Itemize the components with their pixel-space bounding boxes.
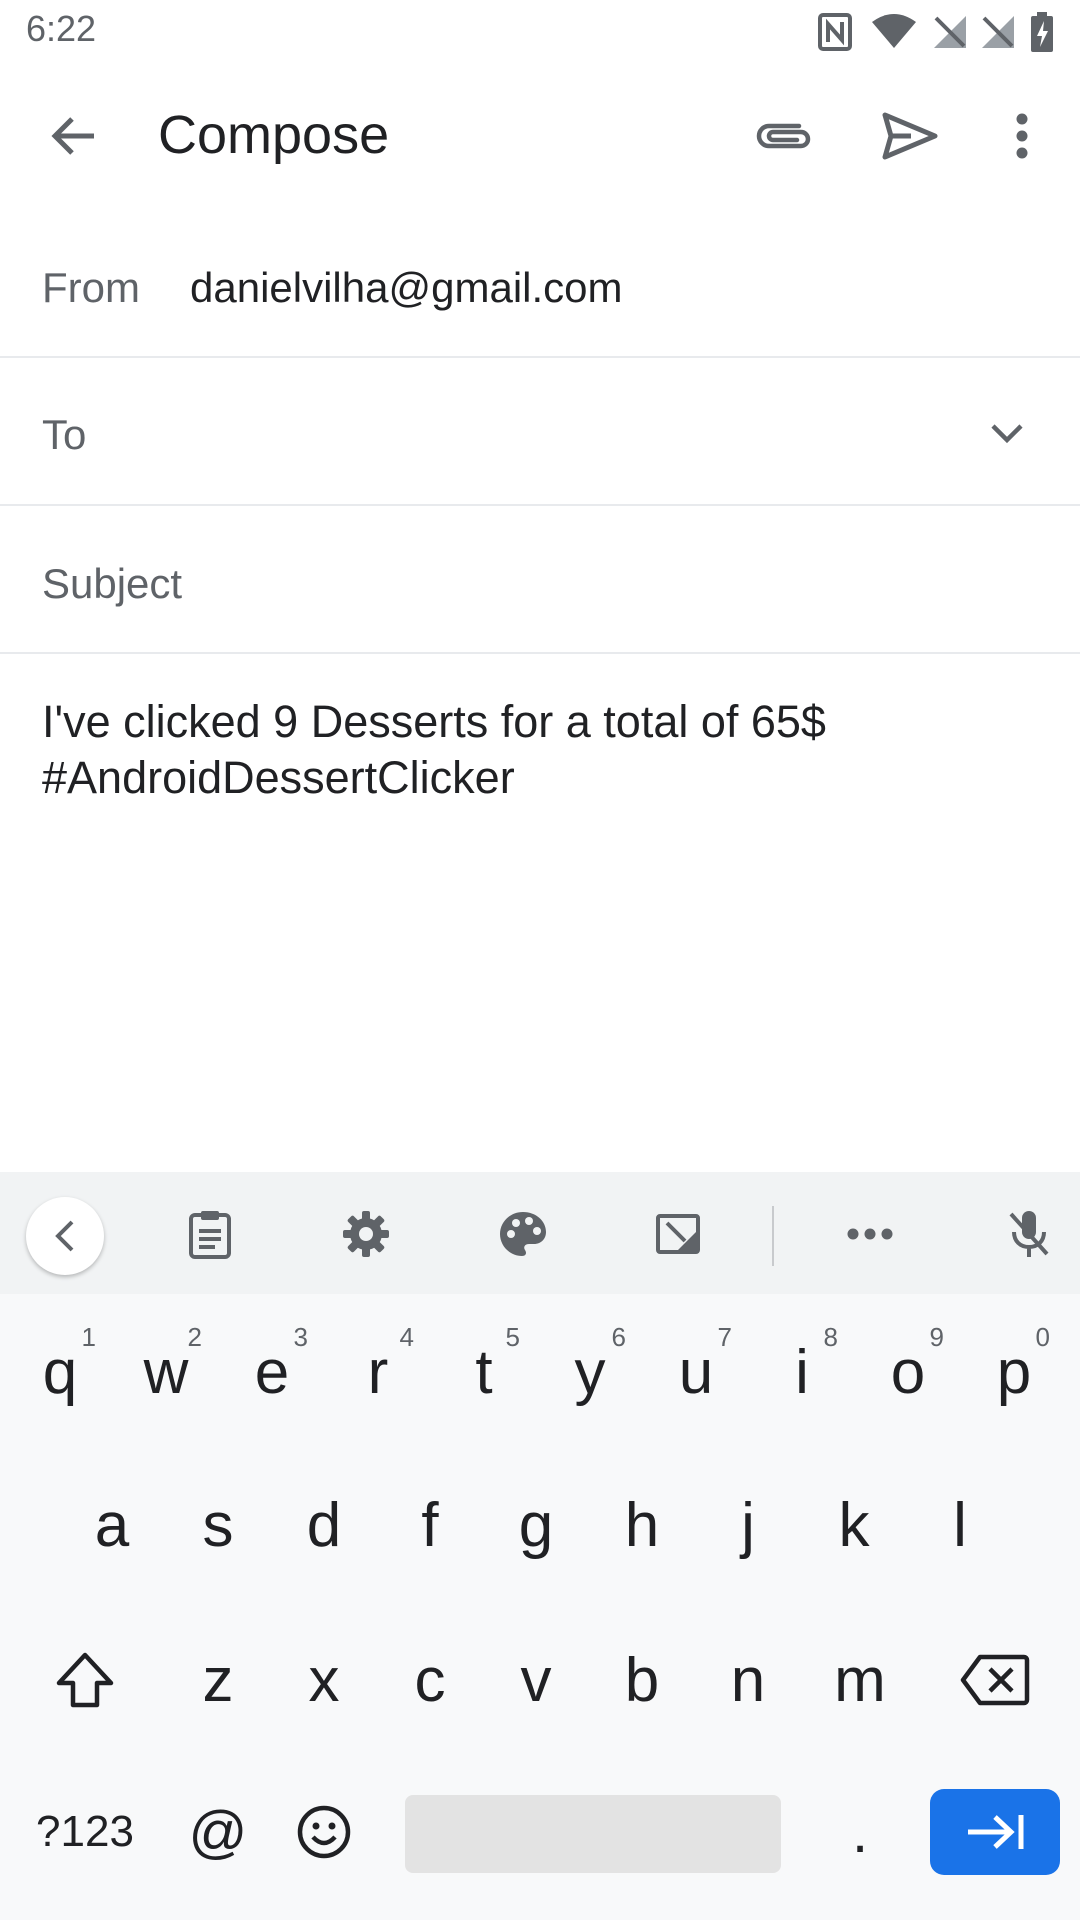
- key-k[interactable]: k: [802, 1455, 906, 1595]
- more-options-button[interactable]: [974, 88, 1070, 184]
- more-toolbar-button[interactable]: [831, 1195, 909, 1273]
- emoji-icon: [297, 1805, 351, 1859]
- battery-charging-icon: [1031, 12, 1053, 52]
- key-t[interactable]: t5: [432, 1302, 536, 1442]
- mic-off-icon: [1009, 1211, 1049, 1257]
- from-account[interactable]: danielvilha@gmail.com: [190, 264, 623, 312]
- period-key[interactable]: .: [808, 1762, 912, 1902]
- more-horiz-icon: [847, 1228, 893, 1240]
- palette-icon: [500, 1212, 546, 1256]
- key-e[interactable]: e3: [220, 1302, 324, 1442]
- theme-button[interactable]: [484, 1195, 562, 1273]
- key-y[interactable]: y6: [538, 1302, 642, 1442]
- more-vert-icon: [1016, 113, 1028, 159]
- toolbar-divider: [772, 1206, 774, 1266]
- at-key[interactable]: @: [166, 1762, 270, 1902]
- gear-icon: [343, 1211, 389, 1257]
- signal-off-icon: [982, 16, 1014, 48]
- key-m[interactable]: m: [808, 1610, 912, 1750]
- send-icon: [882, 112, 938, 160]
- key-d[interactable]: d: [272, 1455, 376, 1595]
- key-s[interactable]: s: [166, 1455, 270, 1595]
- key-g[interactable]: g: [484, 1455, 588, 1595]
- paperclip-icon: [756, 123, 811, 149]
- page-title: Compose: [158, 105, 390, 165]
- key-f[interactable]: f: [378, 1455, 482, 1595]
- key-a[interactable]: a: [60, 1455, 164, 1595]
- key-j[interactable]: j: [696, 1455, 800, 1595]
- key-r[interactable]: r4: [326, 1302, 430, 1442]
- next-key[interactable]: [930, 1789, 1060, 1875]
- voice-input-button[interactable]: [990, 1195, 1068, 1273]
- arrow-back-icon: [51, 117, 94, 155]
- email-body[interactable]: I've clicked 9 Desserts for a total of 6…: [42, 694, 1042, 806]
- shift-key[interactable]: [20, 1610, 150, 1750]
- space-key[interactable]: [405, 1795, 781, 1873]
- status-bar: 6:22: [0, 0, 1080, 60]
- send-button[interactable]: [862, 88, 958, 184]
- key-b[interactable]: b: [590, 1610, 694, 1750]
- subject-placeholder: Subject: [42, 560, 183, 607]
- clipboard-button[interactable]: [171, 1195, 249, 1273]
- key-c[interactable]: c: [378, 1610, 482, 1750]
- key-z[interactable]: z: [166, 1610, 270, 1750]
- key-n[interactable]: n: [696, 1610, 800, 1750]
- attach-button[interactable]: [736, 88, 832, 184]
- to-field[interactable]: [0, 360, 1080, 506]
- key-l[interactable]: l: [908, 1455, 1012, 1595]
- key-w[interactable]: w2: [114, 1302, 218, 1442]
- from-label: From: [42, 264, 140, 311]
- expand-recipients-button[interactable]: [980, 406, 1034, 460]
- back-button[interactable]: [25, 88, 121, 184]
- to-label: To: [42, 411, 87, 458]
- key-x[interactable]: x: [272, 1610, 376, 1750]
- symbols-key[interactable]: ?123: [20, 1762, 150, 1902]
- one-handed-icon: [656, 1214, 700, 1254]
- key-v[interactable]: v: [484, 1610, 588, 1750]
- wifi-icon: [872, 14, 916, 48]
- key-o[interactable]: o9: [856, 1302, 960, 1442]
- key-p[interactable]: p0: [962, 1302, 1066, 1442]
- settings-button[interactable]: [327, 1195, 405, 1273]
- emoji-key[interactable]: [272, 1762, 376, 1902]
- collapse-toolbar-button[interactable]: [26, 1197, 104, 1275]
- key-u[interactable]: u7: [644, 1302, 748, 1442]
- status-time: 6:22: [26, 8, 97, 49]
- backspace-key[interactable]: [930, 1610, 1060, 1750]
- signal-off-icon: [934, 16, 966, 48]
- chevron-down-icon: [991, 424, 1023, 444]
- key-h[interactable]: h: [590, 1455, 694, 1595]
- backspace-icon: [960, 1654, 1030, 1706]
- clipboard-icon: [189, 1211, 231, 1259]
- one-handed-mode-button[interactable]: [639, 1195, 717, 1273]
- chevron-left-icon: [55, 1220, 74, 1252]
- key-i[interactable]: i8: [750, 1302, 854, 1442]
- nfc-icon: [818, 13, 852, 51]
- tab-next-icon: [968, 1815, 1024, 1849]
- shift-icon: [56, 1652, 114, 1708]
- key-q[interactable]: q1: [8, 1302, 112, 1442]
